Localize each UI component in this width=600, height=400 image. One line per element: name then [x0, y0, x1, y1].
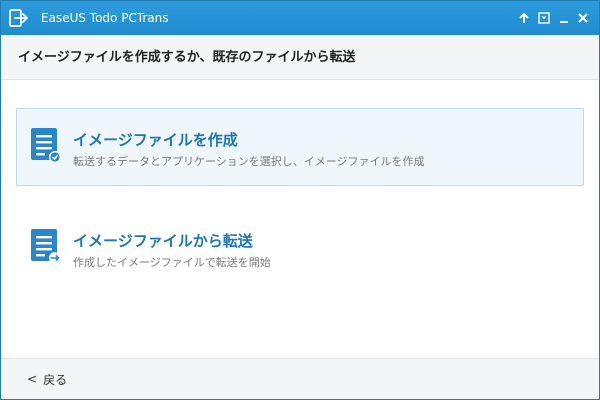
restore-button[interactable]: [536, 10, 552, 26]
footer-bar: < 戻る: [1, 358, 599, 399]
transfer-from-image-option[interactable]: イメージファイルから転送 作成したイメージファイルで転送を開始: [16, 209, 584, 287]
back-button-label: 戻る: [43, 372, 68, 387]
document-transfer-icon: [31, 229, 61, 264]
app-window: EaseUS Todo PCTrans イメージファイルを作成するか、既存のファ…: [0, 0, 600, 400]
minimize-button[interactable]: [556, 10, 572, 26]
app-logo-icon: [9, 9, 28, 27]
create-image-option[interactable]: イメージファイルを作成 転送するデータとアプリケーションを選択し、イメージファイ…: [16, 108, 584, 186]
up-arrow-button[interactable]: [516, 10, 532, 26]
option-title: イメージファイルを作成: [73, 131, 238, 149]
window-title: EaseUS Todo PCTrans: [41, 11, 169, 25]
page-title: イメージファイルを作成するか、既存のファイルから転送: [18, 50, 356, 65]
up-arrow-icon: [519, 12, 529, 23]
page-header: イメージファイルを作成するか、既存のファイルから転送: [1, 35, 599, 80]
chevron-left-icon: <: [27, 372, 38, 386]
back-button[interactable]: < 戻る: [27, 371, 67, 387]
close-icon: [578, 13, 588, 23]
minimize-icon: [560, 21, 568, 23]
restore-icon: [538, 12, 550, 24]
option-description: 作成したイメージファイルで転送を開始: [73, 256, 271, 269]
option-title: イメージファイルから転送: [73, 232, 253, 250]
document-check-icon: [31, 128, 61, 163]
option-description: 転送するデータとアプリケーションを選択し、イメージファイルを作成: [73, 155, 425, 168]
close-button[interactable]: [575, 10, 591, 26]
title-bar[interactable]: EaseUS Todo PCTrans: [1, 1, 599, 35]
